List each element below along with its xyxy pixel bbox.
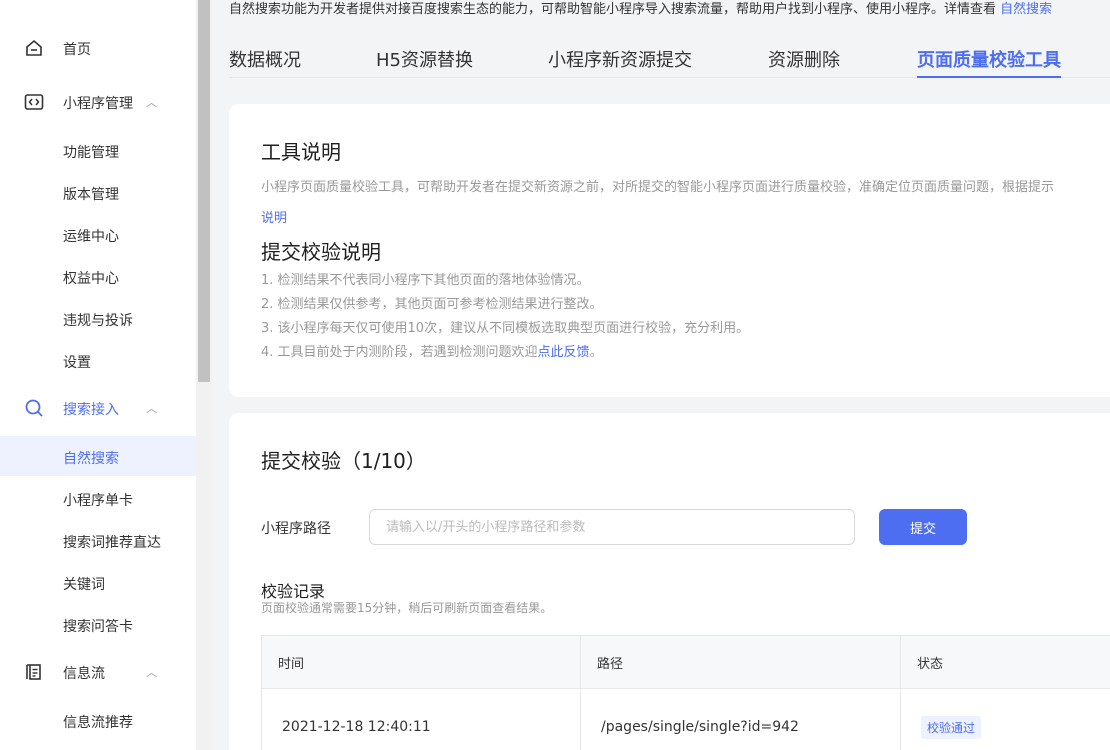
- sidebar-item-keywords[interactable]: 关键词: [0, 562, 196, 602]
- chevron-up-icon[interactable]: ︿: [146, 664, 157, 680]
- chevron-up-icon[interactable]: ︿: [146, 94, 157, 110]
- sidebar-item-label: 搜索词推荐直达: [63, 535, 161, 551]
- intro-text: 自然搜索功能为开发者提供对接百度搜索生态的能力，可帮助智能小程序导入搜索流量，帮…: [229, 0, 1052, 17]
- sidebar-item-ops[interactable]: 运维中心: [0, 214, 196, 254]
- sidebar-item-features[interactable]: 功能管理: [0, 130, 196, 170]
- column-header-path: 路径: [581, 636, 901, 688]
- submit-card: 提交校验（1/10） 小程序路径 提交 校验记录 页面校验通常需要15分钟，稍后…: [229, 413, 1110, 750]
- cell-status: 校验通过: [901, 689, 1110, 750]
- sidebar-item-label: 违规与投诉: [63, 313, 133, 329]
- path-input[interactable]: [369, 509, 855, 545]
- tab-quality-tool[interactable]: 页面质量校验工具: [917, 46, 1061, 78]
- home-icon: [22, 38, 46, 58]
- sidebar-item-violations[interactable]: 违规与投诉: [0, 298, 196, 338]
- nav-group-miniprogram[interactable]: 小程序管理 ︿: [0, 82, 196, 122]
- sidebar: 首页 小程序管理 ︿ 功能管理 版本管理 运维中心 权益中心 违规与投诉 设置 …: [0, 0, 196, 750]
- tab-data-overview[interactable]: 数据概况: [229, 46, 301, 78]
- sidebar-item-label: 功能管理: [63, 145, 119, 161]
- intro-link[interactable]: 自然搜索: [1000, 2, 1052, 17]
- sidebar-item-label: 小程序单卡: [63, 493, 133, 509]
- cell-time: 2021-12-18 12:40:11: [262, 689, 581, 750]
- table-row: 2021-12-18 12:40:11 /pages/single/single…: [262, 689, 1110, 750]
- tool-description-link[interactable]: 说明: [261, 211, 287, 226]
- intro-description: 自然搜索功能为开发者提供对接百度搜索生态的能力，可帮助智能小程序导入搜索流量，帮…: [229, 2, 1001, 17]
- sidebar-item-feed-recommend[interactable]: 信息流推荐: [0, 700, 196, 740]
- nav-group-label: 小程序管理: [63, 96, 133, 112]
- tool-description: 小程序页面质量校验工具，可帮助开发者在提交新资源之前，对所提交的智能小程序页面进…: [261, 172, 1110, 234]
- sidebar-scrollbar[interactable]: [196, 0, 212, 750]
- search-icon: [22, 398, 46, 418]
- sidebar-item-label: 运维中心: [63, 229, 119, 245]
- sidebar-item-search-term-direct[interactable]: 搜索词推荐直达: [0, 520, 196, 560]
- rule-item-text: 4. 工具目前处于内测阶段，若遇到检测问题欢迎: [261, 345, 538, 360]
- code-brackets-icon: [22, 92, 46, 112]
- rules-title: 提交校验说明: [261, 240, 381, 264]
- sidebar-item-rights[interactable]: 权益中心: [0, 256, 196, 296]
- nav-home-label: 首页: [63, 42, 91, 58]
- sidebar-item-label: 设置: [63, 355, 91, 371]
- tab-resource-delete[interactable]: 资源删除: [768, 46, 840, 78]
- sidebar-item-label: 关键词: [63, 577, 105, 593]
- nav-group-label: 搜索接入: [63, 402, 119, 418]
- records-table: 时间 路径 状态 2021-12-18 12:40:11 /pages/sing…: [261, 635, 1110, 750]
- rule-item: 3. 该小程序每天仅可使用10次，建议从不同模板选取典型页面进行校验，充分利用。: [261, 321, 750, 336]
- status-badge: 校验通过: [921, 715, 982, 739]
- sidebar-item-settings[interactable]: 设置: [0, 340, 196, 380]
- tab-new-resource[interactable]: 小程序新资源提交: [548, 46, 692, 78]
- chevron-up-icon[interactable]: ︿: [146, 400, 157, 416]
- tab-bar: 数据概况 H5资源替换 小程序新资源提交 资源删除 页面质量校验工具: [229, 40, 1110, 78]
- column-header-time: 时间: [262, 636, 581, 688]
- list-icon: [22, 662, 46, 682]
- sidebar-item-label: 版本管理: [63, 187, 119, 203]
- tab-h5-replace[interactable]: H5资源替换: [376, 46, 473, 78]
- cell-path: /pages/single/single?id=942: [581, 689, 901, 750]
- nav-group-label: 信息流: [63, 666, 105, 682]
- submit-title: 提交校验（1/10）: [261, 449, 426, 473]
- submit-button[interactable]: 提交: [879, 509, 967, 545]
- scrollbar-thumb[interactable]: [198, 0, 210, 382]
- table-header: 时间 路径 状态: [262, 636, 1110, 689]
- sidebar-item-qa-card[interactable]: 搜索问答卡: [0, 604, 196, 644]
- tool-title: 工具说明: [261, 140, 341, 164]
- nav-home[interactable]: 首页: [0, 28, 196, 68]
- sidebar-item-versions[interactable]: 版本管理: [0, 172, 196, 212]
- sidebar-item-single-card[interactable]: 小程序单卡: [0, 478, 196, 518]
- sidebar-item-label: 搜索问答卡: [63, 619, 133, 635]
- tool-description-text: 小程序页面质量校验工具，可帮助开发者在提交新资源之前，对所提交的智能小程序页面进…: [261, 180, 1055, 195]
- sidebar-item-label: 信息流推荐: [63, 715, 133, 731]
- nav-group-feed[interactable]: 信息流 ︿: [0, 652, 196, 692]
- tool-info-card: 工具说明 小程序页面质量校验工具，可帮助开发者在提交新资源之前，对所提交的智能小…: [229, 104, 1110, 397]
- column-header-status: 状态: [917, 656, 944, 672]
- feedback-link[interactable]: 点此反馈: [538, 345, 590, 360]
- records-note: 页面校验通常需要15分钟，稍后可刷新页面查看结果。: [261, 601, 553, 615]
- sidebar-item-label: 自然搜索: [63, 451, 119, 467]
- rule-item: 1. 检测结果不代表同小程序下其他页面的落地体验情况。: [261, 273, 590, 288]
- nav-group-search[interactable]: 搜索接入 ︿: [0, 388, 196, 428]
- path-label: 小程序路径: [261, 521, 331, 537]
- rule-item: 4. 工具目前处于内测阶段，若遇到检测问题欢迎点此反馈。: [261, 341, 749, 365]
- rule-item-suffix: 。: [589, 345, 603, 360]
- rule-item: 2. 检测结果仅供参考，其他页面可参考检测结果进行整改。: [261, 297, 603, 312]
- sidebar-item-natural-search[interactable]: 自然搜索: [0, 436, 196, 476]
- sidebar-item-label: 权益中心: [63, 271, 119, 287]
- rules-list: 1. 检测结果不代表同小程序下其他页面的落地体验情况。 2. 检测结果仅供参考，…: [261, 269, 749, 365]
